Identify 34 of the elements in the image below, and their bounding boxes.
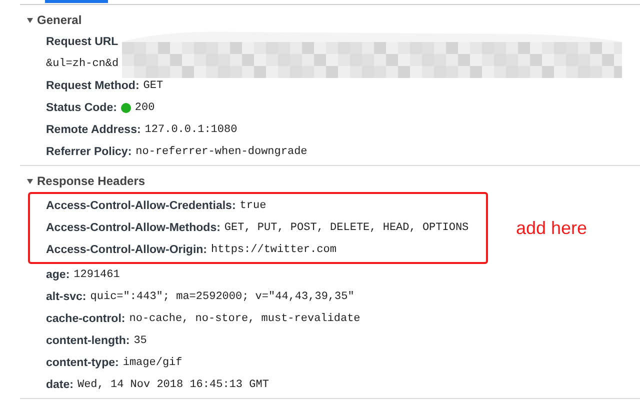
header-name: date: xyxy=(46,379,74,391)
header-value: 35 xyxy=(134,335,147,347)
header-value: https://twitter.com xyxy=(211,244,336,256)
tab-underline xyxy=(45,0,108,3)
header-value: GET, PUT, POST, DELETE, HEAD, OPTIONS xyxy=(224,222,469,234)
header-name: Request URL xyxy=(46,36,118,48)
header-name: Access-Control-Allow-Origin: xyxy=(46,244,208,256)
header-name: Referrer Policy: xyxy=(46,146,132,158)
header-value: GET xyxy=(143,80,164,92)
expand-triangle-icon[interactable] xyxy=(27,18,33,22)
section-title[interactable]: General xyxy=(37,13,82,27)
section-title[interactable]: Response Headers xyxy=(37,174,146,188)
header-name: Request Method: xyxy=(46,80,140,92)
header-name: Status Code: xyxy=(46,102,117,114)
header-value: true xyxy=(240,200,266,212)
header-name: age: xyxy=(46,269,70,281)
header-value: no-referrer-when-downgrade xyxy=(136,146,308,158)
header-value: 1291461 xyxy=(74,269,120,281)
header-name: Remote Address: xyxy=(46,124,141,136)
header-name: cache-control: xyxy=(46,313,126,325)
header-value: quic=":443"; ma=2592000; v="44,43,39,35" xyxy=(90,291,354,303)
header-value: no-cache, no-store, must-revalidate xyxy=(129,313,360,325)
annotation-text: add here xyxy=(516,218,588,238)
header-value: 127.0.0.1:1080 xyxy=(144,124,238,136)
header-name: alt-svc: xyxy=(46,291,86,303)
header-name: Access-Control-Allow-Credentials: xyxy=(46,200,236,212)
header-name: Access-Control-Allow-Methods: xyxy=(46,222,220,234)
header-value: 200 xyxy=(134,102,155,114)
header-value: image/gif xyxy=(122,357,182,369)
header-name: content-length: xyxy=(46,335,130,347)
header-value: &ul=zh-cn&d xyxy=(46,58,119,70)
expand-triangle-icon[interactable] xyxy=(27,178,33,184)
header-name: content-type: xyxy=(46,357,119,369)
header-value: Wed, 14 Nov 2018 16:45:13 GMT xyxy=(77,379,269,391)
